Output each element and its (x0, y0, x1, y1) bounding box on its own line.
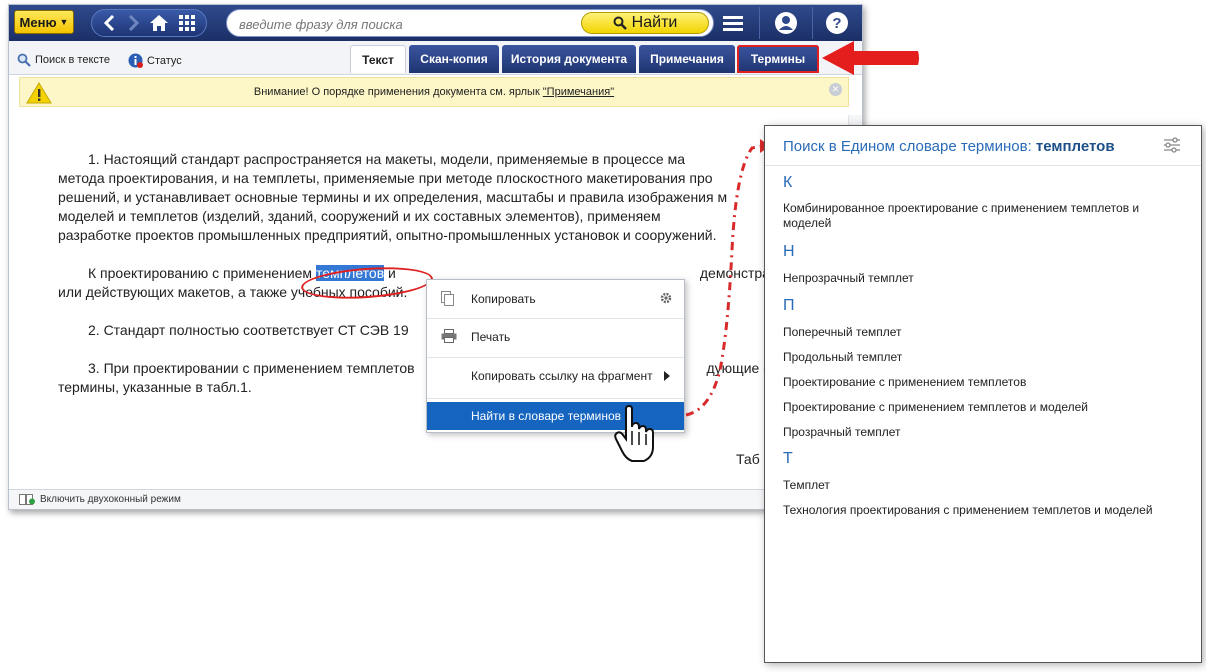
term-link[interactable]: Технология проектирования с применением … (783, 503, 1183, 518)
tab-label: История документа (510, 52, 628, 66)
caret-down-icon: ▼ (59, 17, 69, 27)
document-toolbar: Поиск в тексте Статус Текст Скан-копия И… (9, 41, 862, 75)
dual-window-icon (19, 494, 35, 505)
panel-title: Поиск в Едином словаре терминов: (783, 138, 1032, 155)
text-line: разработке проектов промышленных предпри… (58, 227, 717, 243)
user-icon (775, 12, 797, 34)
home-icon[interactable] (149, 14, 169, 32)
menu-item-label: Печать (471, 330, 511, 344)
menu-button[interactable]: Меню ▼ (14, 10, 74, 34)
tab-label: Скан-копия (420, 52, 488, 66)
term-link[interactable]: Проектирование с применением темплетов и… (783, 400, 1183, 415)
letter-heading: Н (783, 243, 795, 260)
tab-scan-copy[interactable]: Скан-копия (409, 45, 499, 73)
warning-icon (26, 82, 52, 104)
paragraph-1: 1. Настоящий стандарт распространяется н… (58, 150, 778, 245)
tab-document-history[interactable]: История документа (502, 45, 636, 73)
menu-item-label: Копировать (471, 292, 536, 306)
term-link[interactable]: Прозрачный темплет (783, 425, 1183, 440)
magnifier-icon (17, 53, 31, 67)
hamburger-menu-button[interactable] (716, 8, 750, 38)
menu-label: Меню (19, 14, 57, 30)
term-link[interactable]: Комбинированное проектирование с примене… (783, 201, 1183, 231)
tab-text[interactable]: Текст (350, 45, 406, 73)
search-in-text-label: Поиск в тексте (35, 54, 110, 66)
forward-icon[interactable] (126, 15, 140, 31)
help-icon: ? (826, 12, 848, 34)
print-menu-item[interactable]: Печать (427, 318, 684, 356)
term-link[interactable]: Непрозрачный темплет (783, 271, 1183, 286)
search-term: темплетов (1035, 138, 1115, 155)
context-menu: Копировать Печать Копировать ссылку на ф… (426, 279, 685, 433)
find-label: Найти (631, 14, 678, 31)
text-line: решений, и устанавливает основные термин… (58, 189, 728, 205)
tab-terms[interactable]: Термины (737, 45, 819, 73)
filter-settings-icon[interactable] (1163, 137, 1181, 153)
tab-label: Примечания (650, 52, 724, 66)
letter-heading: К (783, 174, 793, 191)
find-button[interactable]: Найти (581, 12, 709, 34)
copy-icon (441, 291, 454, 306)
search-input[interactable] (239, 14, 579, 34)
term-link[interactable]: Продольный темплет (783, 350, 1183, 365)
term-link[interactable]: Проектирование с применением темплетов (783, 375, 1183, 390)
text-fragment: и (384, 265, 396, 281)
menu-item-label: Найти в словаре терминов (471, 409, 622, 423)
search-icon (613, 16, 627, 30)
warning-banner: Внимание! О порядке применения документа… (19, 77, 849, 107)
table-caption: Таб (736, 451, 760, 467)
submenu-arrow-icon (664, 371, 670, 381)
copy-link-menu-item[interactable]: Копировать ссылку на фрагмент (427, 357, 684, 395)
text-line: 1. Настоящий стандарт распространяется н… (88, 151, 686, 167)
tab-notes[interactable]: Примечания (639, 45, 735, 73)
svg-text:?: ? (832, 15, 841, 32)
user-button[interactable] (769, 8, 803, 38)
text-line: моделей и темплетов (изделий, зданий, со… (58, 208, 661, 224)
toolbar-divider (812, 7, 813, 39)
close-icon[interactable]: ✕ (829, 83, 842, 96)
warning-text: Внимание! О порядке применения документа… (253, 86, 540, 98)
tab-label: Текст (362, 52, 394, 67)
hamburger-icon (723, 16, 743, 31)
printer-icon (441, 329, 457, 343)
term-link[interactable]: Поперечный темплет (783, 325, 1183, 340)
letter-heading: П (783, 297, 795, 314)
panel-header: Поиск в Едином словаре терминов: темплет… (765, 126, 1201, 166)
glossary-search-panel: Поиск в Едином словаре терминов: темплет… (764, 125, 1202, 663)
back-icon[interactable] (103, 15, 117, 31)
red-arrow-icon (822, 41, 919, 75)
selected-word[interactable]: темплетов (315, 265, 385, 281)
menu-divider (427, 398, 684, 399)
status-info-icon (128, 53, 143, 68)
dual-mode-toggle[interactable]: Включить двухоконный режим (40, 494, 181, 505)
search-in-text-button[interactable]: Поиск в тексте (17, 53, 110, 67)
find-in-glossary-menu-item[interactable]: Найти в словаре терминов (427, 402, 684, 430)
apps-grid-icon[interactable] (178, 14, 196, 32)
menu-item-label: Копировать ссылку на фрагмент (471, 369, 653, 383)
status-button[interactable]: Статус (128, 53, 182, 68)
gear-icon[interactable] (660, 292, 672, 304)
help-button[interactable]: ? (820, 8, 854, 38)
notes-link[interactable]: "Примечания" (543, 86, 614, 98)
search-box: Найти (226, 9, 714, 37)
text-line: метода проектирования, и на темплеты, пр… (58, 170, 713, 186)
navigation-group (91, 9, 207, 37)
copy-menu-item[interactable]: Копировать (427, 280, 684, 318)
top-toolbar: Меню ▼ введите фразу для поиска Найти ? (9, 5, 862, 41)
tab-label: Термины (750, 52, 806, 66)
status-bar: Включить двухоконный режим (9, 489, 862, 509)
toolbar-divider (759, 7, 760, 39)
term-link[interactable]: Темплет (783, 478, 1183, 493)
status-label: Статус (147, 54, 182, 67)
text-fragment: К проектированию с применением (88, 265, 316, 281)
letter-heading: Т (783, 450, 793, 467)
